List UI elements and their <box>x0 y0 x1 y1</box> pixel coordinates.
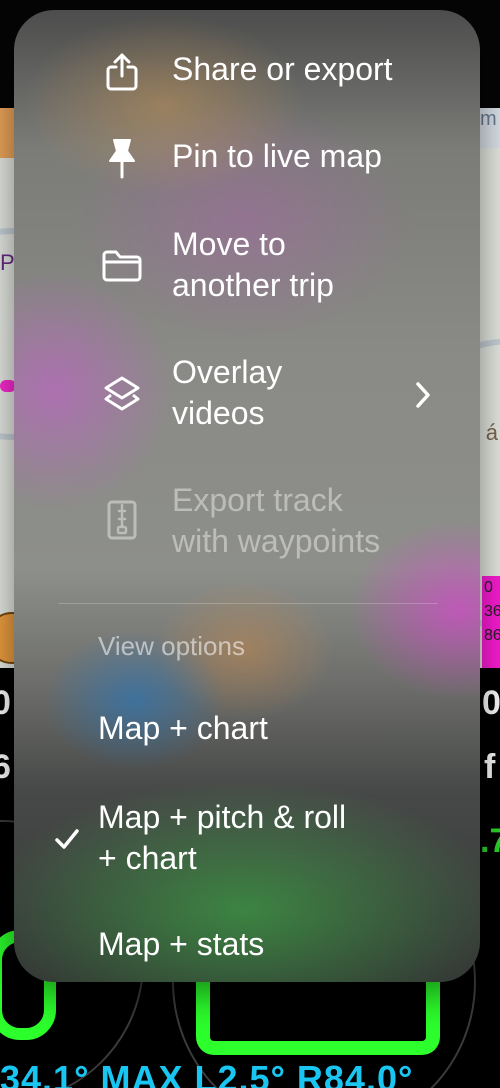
stat-value: 0 <box>482 684 500 722</box>
view-option-map-pitch-roll-chart[interactable]: Map + pitch & roll + chart <box>14 788 480 888</box>
view-option-map-stats[interactable]: Map + stats <box>14 916 480 976</box>
view-option-label: Map + pitch & roll + chart <box>98 799 347 876</box>
map-edge-label: P <box>0 250 15 275</box>
stat-value: .7 <box>480 822 500 860</box>
angle-readout: 34.1° MAX L2.5° R84.0° <box>0 1058 414 1088</box>
view-option-label: Map + chart <box>98 710 268 746</box>
view-option-label: Map + stats <box>98 926 265 962</box>
menu-item-share-export[interactable]: Share or export <box>14 46 480 116</box>
share-icon <box>100 50 144 94</box>
stat-value: 0 <box>0 684 11 722</box>
map-info-value: 86 <box>484 627 500 644</box>
vehicle-rear-icon <box>196 975 440 1055</box>
menu-item-label: Pin to live map <box>172 138 382 174</box>
menu-item-label: Export track with waypoints <box>172 482 381 559</box>
map-edge-label: m <box>480 108 500 148</box>
view-option-map-chart[interactable]: Map + chart <box>14 702 480 762</box>
context-menu: Share or export Pin to live map Move to … <box>14 10 480 982</box>
checkmark-icon <box>55 829 79 849</box>
stat-value: f <box>484 748 496 786</box>
map-info-value: 36 <box>484 603 500 620</box>
menu-item-label: Move to another trip <box>172 226 334 303</box>
menu-item-export-track-waypoints[interactable]: Export track with waypoints <box>14 474 480 574</box>
map-label-chip <box>0 108 14 158</box>
chevron-right-icon <box>416 382 430 408</box>
pin-icon <box>100 136 144 180</box>
map-edge-label: á <box>485 420 498 445</box>
view-options-header: View options <box>98 631 245 661</box>
folder-icon <box>100 244 144 288</box>
menu-item-label: Share or export <box>172 51 393 87</box>
layers-icon <box>100 372 144 416</box>
map-info-panel: 0 36 86 <box>482 576 500 668</box>
menu-item-move-trip[interactable]: Move to another trip <box>14 218 480 318</box>
menu-item-label: Overlay videos <box>172 354 283 431</box>
menu-item-pin-live-map[interactable]: Pin to live map <box>14 132 480 202</box>
menu-separator <box>58 603 438 604</box>
stat-value: 6 <box>0 748 11 786</box>
zip-file-icon <box>100 498 144 542</box>
menu-item-overlay-videos[interactable]: Overlay videos <box>14 346 480 446</box>
app-screen: P m á 0 36 86 0 6 0 f .7 34.1° MAX L2.5°… <box>0 0 500 1088</box>
map-info-value: 0 <box>484 579 493 596</box>
